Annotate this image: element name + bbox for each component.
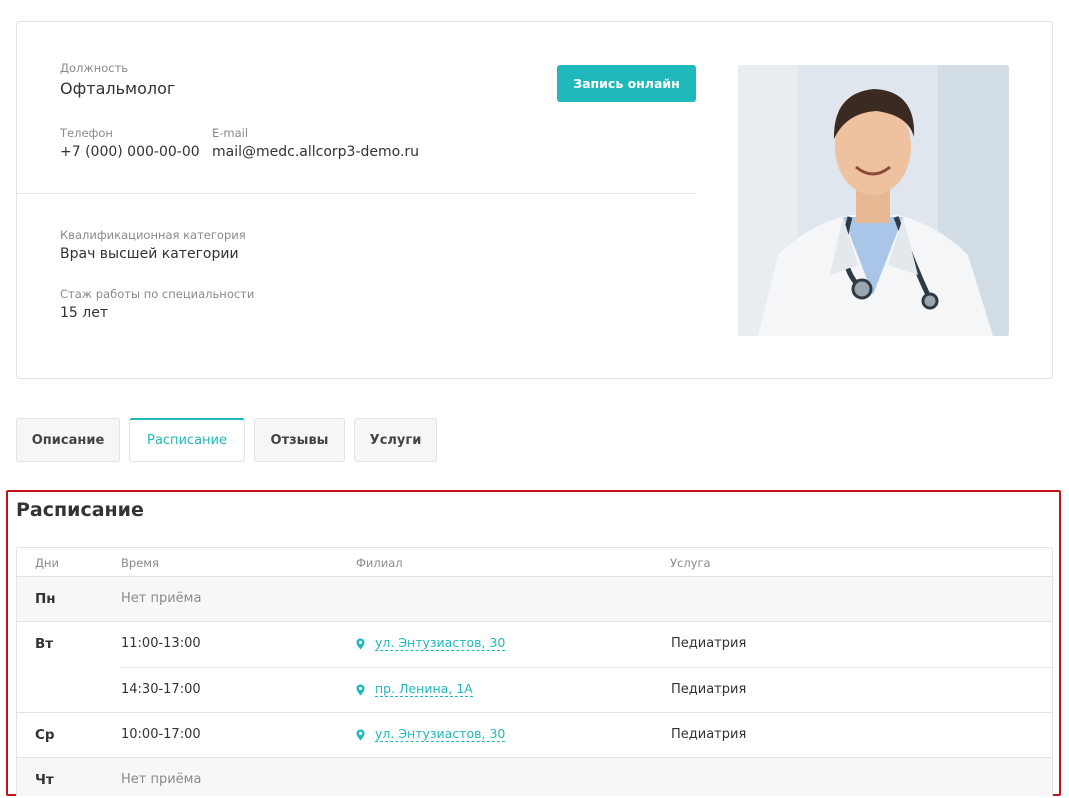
category-value: Врач высшей категории [60,246,239,262]
branch-cell: ул. Энтузиастов, 30 [356,727,506,742]
branch-link[interactable]: пр. Ленина, 1А [375,682,473,697]
time-cell: 10:00-17:00 [121,727,201,742]
header-days: Дни [35,556,59,570]
service-cell: Педиатрия [671,727,747,742]
time-cell: 11:00-13:00 [121,636,201,651]
map-pin-icon [356,729,365,740]
no-reception-text: Нет приёма [121,772,202,787]
tab-description[interactable]: Описание [16,418,120,462]
no-reception-text: Нет приёма [121,591,202,606]
header-branch: Филиал [356,556,403,570]
schedule-title: Расписание [16,499,144,521]
table-row-tuesday: Вт 11:00-13:00 ул. Энтузиастов, 30 Педиа… [17,622,1052,713]
time-cell: 14:30-17:00 [121,682,201,697]
tab-services[interactable]: Услуги [354,418,437,462]
day-cell: Ср [35,727,55,743]
experience-value: 15 лет [60,305,108,321]
phone-value[interactable]: +7 (000) 000-00-00 [60,144,200,160]
doctor-card: Должность Офтальмолог Телефон +7 (000) 0… [16,21,1053,379]
doctor-photo [738,65,1009,336]
online-booking-button[interactable]: Запись онлайн [557,65,696,102]
header-service: Услуга [670,556,711,570]
schedule-table-header: Дни Время Филиал Услуга [17,548,1052,577]
map-pin-icon [356,638,365,649]
service-cell: Педиатрия [671,636,747,651]
email-value[interactable]: mail@medc.allcorp3-demo.ru [212,144,419,160]
table-row-monday: Пн Нет приёма [17,577,1052,622]
header-time: Время [121,556,159,570]
position-value: Офтальмолог [60,79,176,98]
branch-link[interactable]: ул. Энтузиастов, 30 [375,636,506,651]
tab-reviews[interactable]: Отзывы [254,418,345,462]
day-cell: Пн [35,591,56,607]
branch-link[interactable]: ул. Энтузиастов, 30 [375,727,506,742]
table-row-wednesday: Ср 10:00-17:00 ул. Энтузиастов, 30 Педиа… [17,713,1052,758]
email-label: E-mail [212,126,249,140]
table-row-thursday: Чт Нет приёма [17,758,1052,796]
day-cell: Чт [35,772,54,788]
experience-label: Стаж работы по специальности [60,287,255,301]
map-pin-icon [356,684,365,695]
slot-divider [120,667,1052,668]
branch-cell: ул. Энтузиастов, 30 [356,636,506,651]
category-label: Квалификационная категория [60,228,246,242]
card-divider [17,193,696,194]
service-cell: Педиатрия [671,682,747,697]
tab-schedule[interactable]: Расписание [129,418,245,462]
branch-cell: пр. Ленина, 1А [356,682,473,697]
day-cell: Вт [35,636,54,652]
phone-label: Телефон [60,126,113,140]
doctor-portrait-illustration [738,65,1009,336]
position-label: Должность [60,61,129,75]
schedule-table: Дни Время Филиал Услуга Пн Нет приёма Вт… [16,547,1053,796]
